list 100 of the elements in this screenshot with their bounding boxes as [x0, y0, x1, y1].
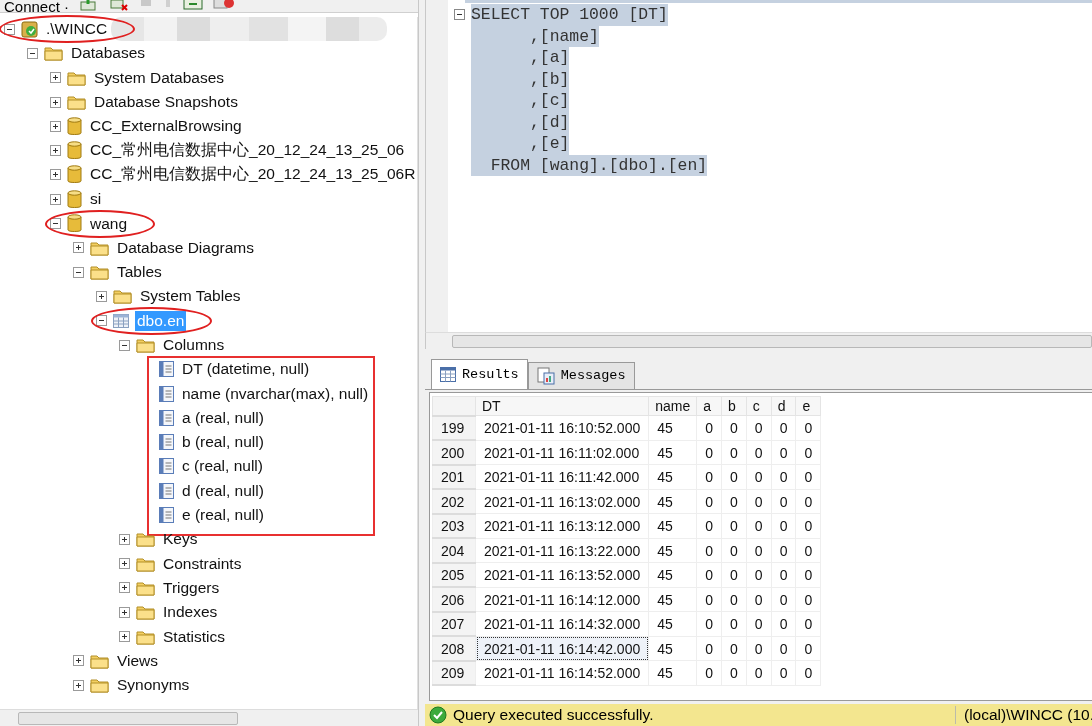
expand-toggle[interactable]: [50, 120, 61, 132]
table-cell: 2021-01-11 16:10:52.000: [475, 415, 649, 441]
connect-menu[interactable]: Connect ·: [4, 0, 70, 12]
folder-icon: [44, 45, 63, 62]
column-header[interactable]: DT: [475, 396, 649, 416]
tree-item[interactable]: CC_ExternalBrowsing: [88, 116, 244, 137]
vertical-scrollbar[interactable]: [417, 17, 418, 709]
table-cell: 0: [721, 636, 747, 661]
expand-toggle[interactable]: [96, 290, 107, 302]
table-cell: 0: [696, 562, 722, 588]
tree-item[interactable]: Database Snapshots: [92, 92, 240, 113]
row-number[interactable]: 199: [432, 415, 476, 441]
table-cell: 0: [696, 660, 722, 686]
tree-item[interactable]: d (real, null): [180, 480, 266, 501]
table-cell: 2021-01-11 16:14:12.000: [475, 587, 649, 612]
tree-item[interactable]: CC_常州电信数据中心_20_12_24_13_25_06R: [88, 163, 418, 187]
refresh-icon[interactable]: [183, 0, 204, 12]
expand-toggle[interactable]: [119, 631, 130, 643]
collapse-toggle[interactable]: [119, 339, 130, 351]
table-cell: 0: [721, 440, 747, 465]
tree-item[interactable]: CC_常州电信数据中心_20_12_24_13_25_06: [88, 139, 407, 163]
table-cell: 0: [721, 611, 747, 637]
column-header[interactable]: e: [795, 396, 821, 416]
tree-item[interactable]: System Tables: [138, 286, 243, 307]
row-number[interactable]: 200: [432, 440, 476, 465]
row-number[interactable]: 204: [432, 538, 476, 563]
tree-item[interactable]: e (real, null): [180, 505, 266, 526]
tree-item[interactable]: Database Diagrams: [115, 237, 256, 258]
collapse-toggle[interactable]: [50, 218, 61, 229]
results-tab[interactable]: Results: [431, 358, 528, 389]
row-number[interactable]: 206: [432, 587, 476, 612]
table-cell: 0: [746, 538, 772, 563]
expand-toggle[interactable]: [50, 193, 61, 205]
column-header[interactable]: b: [721, 396, 747, 416]
table-cell: 0: [771, 415, 796, 441]
row-number[interactable]: 207: [432, 611, 476, 637]
expand-toggle[interactable]: [50, 72, 61, 84]
tree-item[interactable]: Synonyms: [115, 675, 192, 696]
tree-item[interactable]: Statistics: [161, 626, 227, 647]
expand-toggle[interactable]: [73, 655, 84, 667]
disconnect-icon[interactable]: [109, 0, 130, 12]
collapse-toggle[interactable]: [96, 315, 107, 327]
collapse-toggle[interactable]: [27, 47, 38, 59]
tree-item[interactable]: Triggers: [161, 577, 222, 598]
row-number[interactable]: 202: [432, 489, 476, 514]
server-name[interactable]: .\WINCC: [44, 19, 110, 40]
row-number[interactable]: 208: [432, 636, 476, 661]
collapse-toggle[interactable]: [73, 266, 84, 278]
column-header[interactable]: d: [771, 396, 796, 416]
tree-item[interactable]: si: [88, 189, 104, 210]
table-cell: 0: [721, 415, 747, 441]
tree-item[interactable]: System Databases: [92, 67, 227, 88]
expand-toggle[interactable]: [119, 558, 130, 570]
table-cell: 0: [746, 513, 772, 539]
expand-toggle[interactable]: [73, 242, 84, 254]
table-cell: 0: [795, 562, 821, 588]
tree-item[interactable]: Constraints: [161, 553, 244, 574]
column-header[interactable]: c: [746, 396, 772, 416]
collapse-toggle[interactable]: [454, 9, 465, 21]
tree-item[interactable]: Databases: [69, 43, 148, 64]
expand-toggle[interactable]: [50, 96, 61, 108]
row-number[interactable]: 203: [432, 513, 476, 539]
tree-item[interactable]: Views: [115, 650, 161, 671]
table-cell: 0: [721, 587, 747, 612]
tree-item[interactable]: Columns: [161, 335, 227, 355]
expand-toggle[interactable]: [50, 145, 61, 157]
tree-item[interactable]: name (nvarchar(max), null): [180, 383, 371, 404]
folder-icon: [136, 628, 155, 645]
column-icon: [159, 482, 174, 499]
tree-item[interactable]: b (real, null): [180, 432, 266, 453]
tree-item[interactable]: DT (datetime, null): [180, 359, 312, 380]
tree-item[interactable]: Indexes: [161, 602, 220, 623]
expand-toggle[interactable]: [119, 606, 130, 618]
table-cell: 0: [771, 489, 796, 514]
server-icon: [21, 20, 38, 38]
tree-item[interactable]: a (real, null): [180, 407, 266, 428]
column-header[interactable]: a: [696, 396, 722, 416]
horizontal-scrollbar[interactable]: [425, 332, 1092, 349]
row-number[interactable]: 205: [432, 562, 476, 588]
collapse-toggle[interactable]: [4, 23, 15, 35]
table-cell: 0: [746, 660, 772, 686]
column-header[interactable]: name: [648, 396, 697, 416]
expand-toggle[interactable]: [73, 679, 84, 691]
row-number[interactable]: 209: [432, 660, 476, 686]
results-tab[interactable]: Messages: [527, 361, 635, 389]
column-icon: [159, 361, 174, 378]
table-cell: 0: [795, 489, 821, 514]
folder-icon: [90, 239, 109, 256]
tree-item[interactable]: Tables: [115, 262, 164, 283]
row-number[interactable]: 201: [432, 464, 476, 490]
expand-toggle[interactable]: [119, 582, 130, 594]
tree-item[interactable]: wang: [88, 213, 130, 234]
table-cell: 0: [746, 464, 772, 490]
expand-toggle[interactable]: [50, 169, 61, 181]
table-cell: 0: [696, 538, 722, 563]
horizontal-scrollbar[interactable]: [0, 709, 418, 726]
delete-icon[interactable]: [213, 0, 236, 12]
table-cell: 0: [696, 513, 722, 539]
tree-item[interactable]: c (real, null): [180, 456, 265, 477]
expand-toggle[interactable]: [119, 533, 130, 545]
